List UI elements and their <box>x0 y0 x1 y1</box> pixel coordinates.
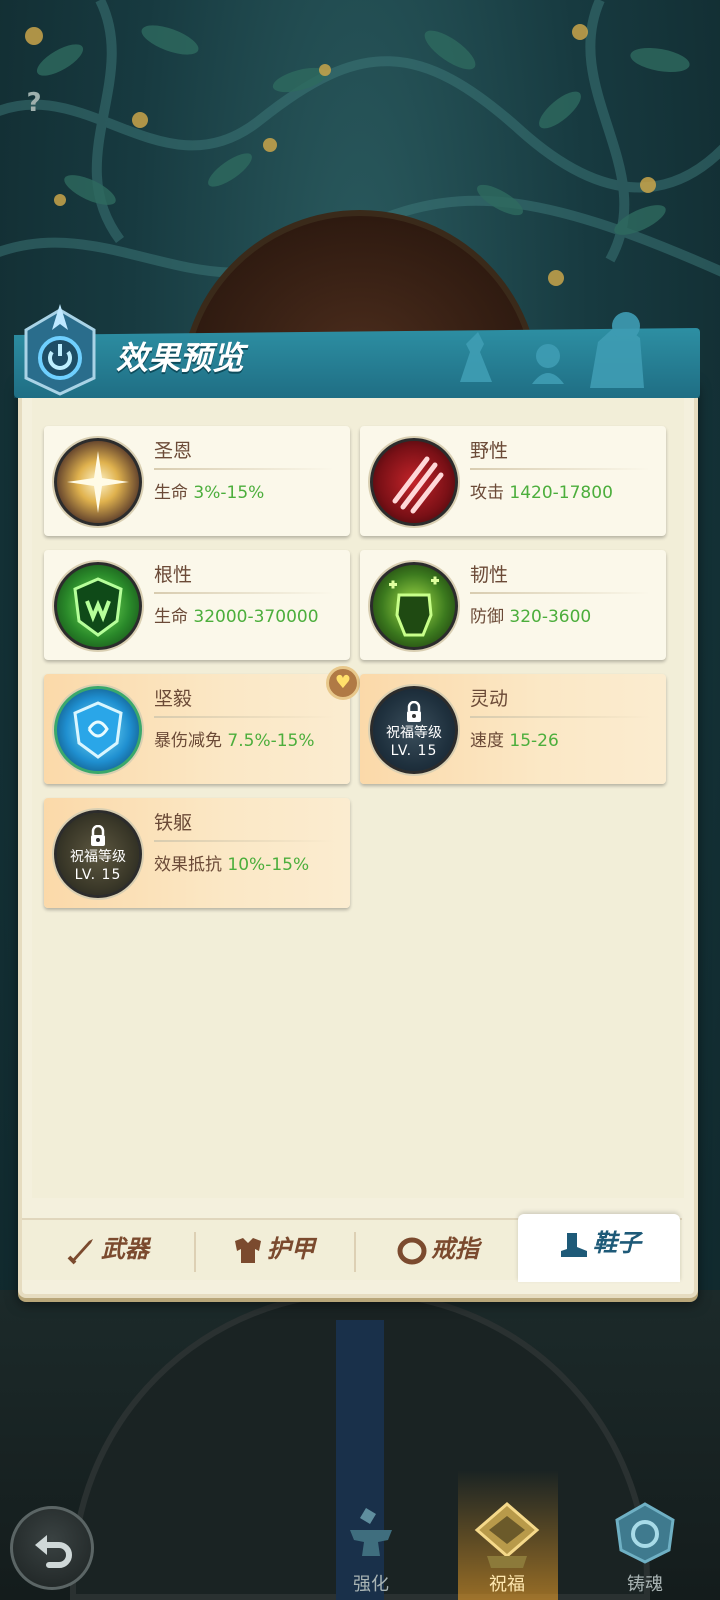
tab-boots[interactable]: 鞋子 <box>518 1214 680 1282</box>
effect-stat: 攻击 1420-17800 <box>470 483 613 503</box>
soul-forge-icon <box>615 1502 675 1564</box>
sword-icon <box>67 1239 93 1265</box>
root-shield-icon <box>54 562 142 650</box>
effect-card-holy-grace[interactable]: 圣恩 生命 3%-15% <box>44 426 350 536</box>
ring-icon <box>397 1237 427 1265</box>
effect-card-iron-body[interactable]: 祝福等级 LV. 15 铁躯 效果抵抗 10%-15% <box>44 798 350 908</box>
locked-overlay: 祝福等级 LV. 15 <box>57 813 139 895</box>
tab-weapon[interactable]: 武器 <box>26 1220 188 1282</box>
lock-requirement-text: 祝福等级 <box>386 725 442 741</box>
effect-stat: 暴伤减免 7.5%-15% <box>154 731 315 751</box>
hero-silhouettes-icon <box>440 292 690 392</box>
effect-name: 圣恩 <box>154 440 193 462</box>
agility-icon: 祝福等级 LV. 15 <box>370 686 458 774</box>
lock-level-text: LV. 15 <box>390 743 438 759</box>
blessing-emblem-icon <box>474 1502 540 1568</box>
effect-name: 铁躯 <box>154 812 193 834</box>
lock-requirement-text: 祝福等级 <box>70 849 126 865</box>
back-arrow-icon <box>35 1535 72 1568</box>
lock-icon <box>91 825 105 846</box>
nav-enhance[interactable]: 强化 <box>326 1498 416 1600</box>
effect-stat: 生命 32000-370000 <box>154 607 319 627</box>
blue-shield-icon <box>54 686 142 774</box>
crystal-emblem-icon <box>18 300 102 396</box>
heart-icon[interactable]: ♥ <box>326 666 360 700</box>
effect-name: 韧性 <box>470 564 509 586</box>
effect-card-wild[interactable]: 野性 攻击 1420-17800 <box>360 426 666 536</box>
armor-icon <box>235 1238 261 1263</box>
boot-icon <box>561 1233 587 1257</box>
effect-name: 根性 <box>154 564 193 586</box>
effect-stat: 效果抵抗 10%-15% <box>154 855 310 875</box>
iron-body-icon: 祝福等级 LV. 15 <box>54 810 142 898</box>
back-button[interactable] <box>10 1506 94 1590</box>
effect-card-agility[interactable]: 祝福等级 LV. 15 灵动 速度 15-26 <box>360 674 666 784</box>
locked-overlay: 祝福等级 LV. 15 <box>373 689 455 771</box>
effect-card-root[interactable]: 根性 生命 32000-370000 <box>44 550 350 660</box>
claw-slash-icon <box>370 438 458 526</box>
nav-blessing[interactable]: 祝福 <box>462 1498 552 1600</box>
lock-level-text: LV. 15 <box>74 867 122 883</box>
effect-card-fortitude[interactable]: 坚毅 暴伤减免 7.5%-15% <box>44 674 350 784</box>
question-icon[interactable]: ? <box>22 88 46 118</box>
holy-light-icon <box>54 438 142 526</box>
nav-soul-forge[interactable]: 铸魂 <box>600 1498 690 1600</box>
effect-name: 坚毅 <box>154 688 193 710</box>
effect-stat: 生命 3%-15% <box>154 483 265 503</box>
green-fist-icon <box>370 562 458 650</box>
tab-armor[interactable]: 护甲 <box>192 1220 354 1282</box>
page-title: 效果预览 <box>116 339 245 377</box>
anvil-icon <box>350 1508 392 1556</box>
lock-icon <box>407 701 421 722</box>
effect-card-tenacity[interactable]: 韧性 防御 320-3600 <box>360 550 666 660</box>
effect-stat: 速度 15-26 <box>470 731 559 751</box>
equipment-tabs: 武器 护甲 戒指 鞋子 <box>22 1214 682 1282</box>
effect-stat: 防御 320-3600 <box>470 607 592 627</box>
tab-ring[interactable]: 戒指 <box>356 1220 518 1282</box>
effect-name: 野性 <box>470 440 509 462</box>
effect-name: 灵动 <box>470 688 509 710</box>
